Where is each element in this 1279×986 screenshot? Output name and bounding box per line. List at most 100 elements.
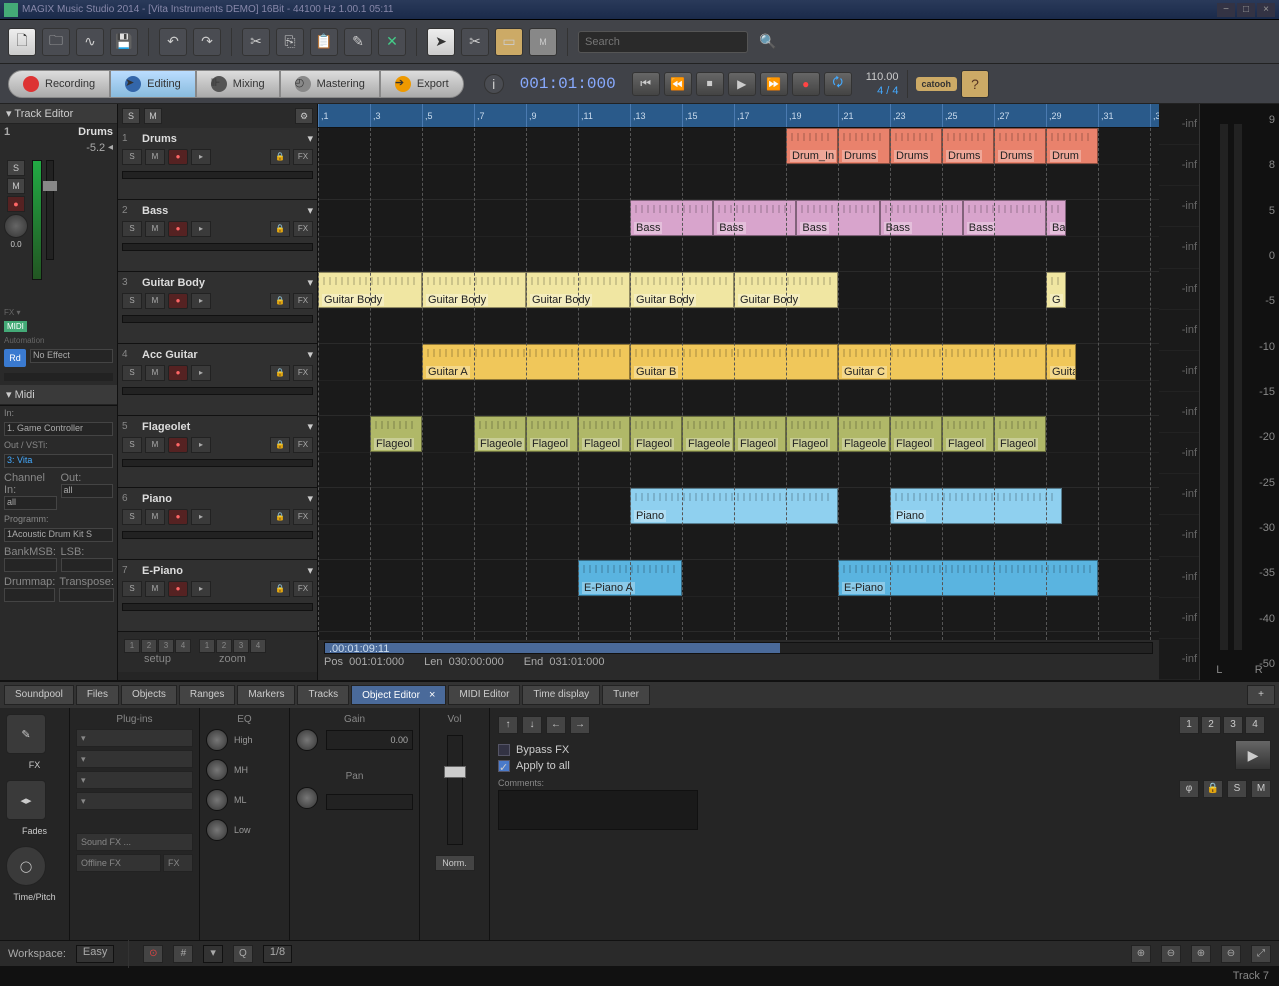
arrow-up-icon[interactable]: ↑ [498,716,518,734]
track-arm[interactable]: ● [168,221,188,237]
track-options-icon[interactable]: ⚙ [295,108,313,124]
eq-high-knob[interactable] [206,729,228,751]
audio-clip[interactable]: Flageole [474,416,526,452]
gain-knob[interactable] [296,729,318,751]
track-header[interactable]: 7E-Piano▾ S M ● ▸ 🔒 FX [118,560,317,632]
audio-clip[interactable]: Drums [994,128,1046,164]
setup-4[interactable]: 4 [175,639,191,653]
timeline-ruler[interactable]: ,1,3,5,7,9,11,13,15,17,19,21,23,25,27,29… [318,104,1159,128]
obj-mute[interactable]: M [1251,780,1271,798]
tempo-value[interactable]: 110.00 [866,71,899,83]
track-lock-icon[interactable]: 🔒 [270,365,290,381]
dock-tab-time-display[interactable]: Time display [522,685,600,705]
track-arm[interactable]: ● [168,437,188,453]
audio-clip[interactable]: Flageol [526,416,578,452]
plugin-slot-4[interactable]: ▾ [76,792,193,810]
time-signature[interactable]: 4 / 4 [877,85,898,97]
maximize-button[interactable]: □ [1237,3,1255,17]
track-fx[interactable]: FX [293,221,313,237]
add-tab-button[interactable]: + [1247,685,1275,705]
midi-transpose[interactable] [59,588,114,602]
midi-drummap[interactable] [4,588,55,602]
sound-fx-button[interactable]: Sound FX ... [76,833,193,851]
zoom-2[interactable]: 2 [216,639,232,653]
midi-header[interactable]: ▾ Midi [0,385,117,405]
track-lock-icon[interactable]: 🔒 [270,149,290,165]
arranger-row[interactable]: PianoPiano [318,488,1159,560]
info-icon[interactable]: i [484,74,504,94]
dock-tab-midi-editor[interactable]: MIDI Editor [448,685,520,705]
read-automation-button[interactable]: Rd [4,349,26,367]
zoom-1[interactable]: 1 [199,639,215,653]
preview-play-button[interactable]: ▶ [1235,740,1271,770]
midi-lsb[interactable] [61,558,114,572]
track-header[interactable]: 6Piano▾ S M ● ▸ 🔒 FX [118,488,317,560]
pointer-tool-icon[interactable]: ➤ [427,28,455,56]
goto-start-icon[interactable]: ⏮ [632,72,660,96]
timepitch-mode-button[interactable]: ◯ [6,846,46,886]
audio-clip[interactable]: Flageol [630,416,682,452]
audio-clip[interactable]: Bass [880,200,963,236]
plugin-slot-3[interactable]: ▾ [76,771,193,789]
arranger-row[interactable]: Guitar AGuitar BGuitar CGuitar [318,344,1159,416]
tab-editing[interactable]: ➤Editing [110,70,196,98]
quantize-icon[interactable]: Q [233,945,253,963]
audio-clip[interactable]: Guitar A [422,344,630,380]
audio-clip[interactable]: Guitar [1046,344,1076,380]
zoom-3[interactable]: 3 [233,639,249,653]
track-fx[interactable]: FX [293,509,313,525]
track-arm[interactable]: ● [168,365,188,381]
plugin-slot-2[interactable]: ▾ [76,750,193,768]
dock-tab-ranges[interactable]: Ranges [179,685,235,705]
track-monitor[interactable]: ▸ [191,437,211,453]
audio-clip[interactable]: Flageol [370,416,422,452]
audio-clip[interactable]: Flageol [890,416,942,452]
track-mute[interactable]: M [145,293,165,309]
catooh-button[interactable]: catooh [916,77,958,91]
fx-menu-button[interactable]: FX [163,854,193,872]
tab-mixing[interactable]: ⊪Mixing [196,70,280,98]
bypass-fx-checkbox[interactable]: Bypass FX [498,744,698,756]
phase-icon[interactable]: φ [1179,780,1199,798]
preset-4[interactable]: 4 [1245,716,1265,734]
copy-icon[interactable]: ⎘ [276,28,304,56]
track-lock-icon[interactable]: 🔒 [270,293,290,309]
arrow-right-icon[interactable]: → [570,716,590,734]
preset-3[interactable]: 3 [1223,716,1243,734]
track-mute[interactable]: M [145,437,165,453]
track-lock-icon[interactable]: 🔒 [270,509,290,525]
track-mute[interactable]: M [145,221,165,237]
audio-clip[interactable]: Bass [963,200,1046,236]
track-fx[interactable]: FX [293,149,313,165]
track-monitor[interactable]: ▸ [191,149,211,165]
track-lock-icon[interactable]: 🔒 [270,437,290,453]
scissors-tool-icon[interactable]: ✂ [461,28,489,56]
track-header[interactable]: 5Flageolet▾ S M ● ▸ 🔒 FX [118,416,317,488]
plugin-slot-1[interactable]: ▾ [76,729,193,747]
arranger-row[interactable]: Drum_InDrumsDrumsDrumsDrumsDrum [318,128,1159,200]
marker-tool-icon[interactable]: ▭ [495,28,523,56]
audio-clip[interactable]: Ba [1046,200,1066,236]
brush-icon[interactable]: ✎ [344,28,372,56]
solo-button[interactable]: S [7,160,25,176]
volume-fader[interactable] [46,160,54,260]
tab-export[interactable]: ➔Export [380,70,464,98]
audio-clip[interactable]: Guitar B [630,344,838,380]
arranger-row[interactable]: BassBassBassBassBassBa [318,200,1159,272]
crossfade-icon[interactable]: ✕ [378,28,406,56]
track-header[interactable]: 3Guitar Body▾ S M ● ▸ 🔒 FX [118,272,317,344]
zoom-4[interactable]: 4 [250,639,266,653]
arrow-left-icon[interactable]: ← [546,716,566,734]
audio-clip[interactable]: Drum_In [786,128,838,164]
track-monitor[interactable]: ▸ [191,509,211,525]
arranger[interactable]: ,1,3,5,7,9,11,13,15,17,19,21,23,25,27,29… [318,104,1159,680]
waveform-icon[interactable]: ∿ [76,28,104,56]
pan-knob[interactable] [4,214,28,238]
open-file-icon[interactable]: 🗀 [42,28,70,56]
tab-mastering[interactable]: ◴Mastering [280,70,380,98]
audio-clip[interactable]: Bass [713,200,796,236]
save-icon[interactable]: 💾 [110,28,138,56]
track-header[interactable]: 1Drums▾ S M ● ▸ 🔒 FX [118,128,317,200]
track-fx[interactable]: FX [293,365,313,381]
object-volume-fader[interactable] [447,735,463,845]
